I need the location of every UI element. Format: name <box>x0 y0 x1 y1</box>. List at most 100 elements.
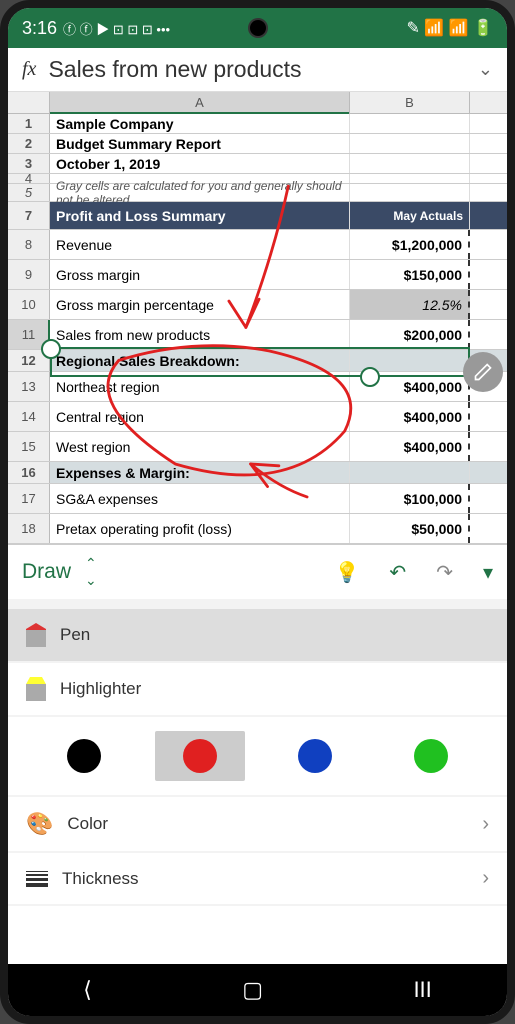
table-row: 14 Central region $400,000 <box>8 402 507 432</box>
table-row: 5 Gray cells are calculated for you and … <box>8 184 507 202</box>
cell[interactable]: West region <box>50 432 350 461</box>
android-navbar: ⟨ ▢ III <box>8 964 507 1016</box>
cell[interactable]: Sample Company <box>50 114 350 133</box>
column-headers: A B <box>8 92 507 114</box>
cell[interactable]: Revenue <box>50 230 350 259</box>
row-header[interactable]: 4 <box>8 174 50 183</box>
table-row: 17 SG&A expenses $100,000 <box>8 484 507 514</box>
color-swatch[interactable] <box>39 731 129 781</box>
row-header[interactable]: 2 <box>8 134 50 153</box>
cell[interactable]: May Actuals <box>350 202 470 229</box>
cell[interactable]: Gross margin <box>50 260 350 289</box>
recent-button[interactable]: III <box>413 977 431 1003</box>
row-header[interactable]: 10 <box>8 290 50 319</box>
selection-handle[interactable] <box>360 367 380 387</box>
select-all-corner[interactable] <box>8 92 50 113</box>
color-swatches <box>8 717 507 795</box>
table-row: 8 Revenue $1,200,000 <box>8 230 507 260</box>
formula-text[interactable]: Sales from new products <box>48 56 477 83</box>
status-bar: 3:16 ⓕ ⓕ ▶ ⊡ ⊡ ⊡ ••• ✎ 📶 📶 🔋 <box>8 8 507 48</box>
tool-pen[interactable]: Pen <box>8 609 507 661</box>
cell[interactable]: Gross margin percentage <box>50 290 350 319</box>
pen-icon <box>26 623 46 647</box>
table-row: 16 Expenses & Margin: <box>8 462 507 484</box>
cell[interactable]: $100,000 <box>350 484 470 513</box>
color-swatch[interactable] <box>155 731 245 781</box>
thickness-picker[interactable]: Thickness › <box>8 853 507 904</box>
hint-icon[interactable]: 💡 <box>335 560 360 585</box>
row-header[interactable]: 8 <box>8 230 50 259</box>
draw-panel: Pen Highlighter 🎨 Color › Thickness › <box>8 599 507 906</box>
cell[interactable] <box>350 134 470 153</box>
cell[interactable]: Profit and Loss Summary <box>50 202 350 229</box>
spreadsheet-grid[interactable]: A B 1 Sample Company 2 Budget Summary Re… <box>8 92 507 544</box>
cell[interactable]: $150,000 <box>350 260 470 289</box>
cell[interactable]: $1,200,000 <box>350 230 470 259</box>
row-header[interactable]: 18 <box>8 514 50 543</box>
cell[interactable]: Gray cells are calculated for you and ge… <box>50 184 350 201</box>
color-swatch[interactable] <box>386 731 476 781</box>
cell[interactable]: $50,000 <box>350 514 470 543</box>
palette-icon: 🎨 <box>26 811 53 837</box>
row-header[interactable]: 7 <box>8 202 50 229</box>
tool-highlighter[interactable]: Highlighter <box>8 663 507 715</box>
table-row: 13 Northeast region $400,000 <box>8 372 507 402</box>
row-header[interactable]: 13 <box>8 372 50 401</box>
more-icon[interactable]: ▾ <box>483 560 493 585</box>
cell[interactable] <box>350 154 470 173</box>
cell[interactable]: Regional Sales Breakdown: <box>50 350 350 371</box>
highlighter-label: Highlighter <box>60 679 141 699</box>
cell[interactable]: Northeast region <box>50 372 350 401</box>
chevron-right-icon: › <box>482 867 489 890</box>
highlighter-icon <box>26 677 46 701</box>
cell[interactable]: 12.5% <box>350 290 470 319</box>
phone-frame: 3:16 ⓕ ⓕ ▶ ⊡ ⊡ ⊡ ••• ✎ 📶 📶 🔋 fx Sales fr… <box>0 0 515 1024</box>
cell[interactable] <box>350 174 470 183</box>
edit-button[interactable] <box>463 352 503 392</box>
thickness-label: Thickness <box>62 869 139 889</box>
table-row: 1 Sample Company <box>8 114 507 134</box>
row-header[interactable]: 1 <box>8 114 50 133</box>
table-row: 9 Gross margin $150,000 <box>8 260 507 290</box>
row-header[interactable]: 5 <box>8 184 50 201</box>
cell[interactable]: October 1, 2019 <box>50 154 350 173</box>
pen-label: Pen <box>60 625 90 645</box>
selection-handle[interactable] <box>41 339 61 359</box>
row-header[interactable]: 9 <box>8 260 50 289</box>
formula-bar[interactable]: fx Sales from new products ⌄ <box>8 48 507 92</box>
cell[interactable]: Sales from new products <box>50 320 350 349</box>
color-picker[interactable]: 🎨 Color › <box>8 797 507 851</box>
ribbon-mode[interactable]: Draw <box>22 560 71 584</box>
row-header[interactable]: 16 <box>8 462 50 483</box>
cell[interactable]: $200,000 <box>350 320 470 349</box>
table-row: 11 Sales from new products $200,000 <box>8 320 507 350</box>
row-header[interactable]: 14 <box>8 402 50 431</box>
cell[interactable]: Pretax operating profit (loss) <box>50 514 350 543</box>
back-button[interactable]: ⟨ <box>83 977 92 1003</box>
cell[interactable]: Central region <box>50 402 350 431</box>
row-header[interactable]: 15 <box>8 432 50 461</box>
cell[interactable]: $400,000 <box>350 402 470 431</box>
cell[interactable]: Expenses & Margin: <box>50 462 350 483</box>
mode-switcher-icon[interactable]: ⌃⌄ <box>85 555 97 589</box>
color-swatch[interactable] <box>270 731 360 781</box>
row-header[interactable]: 17 <box>8 484 50 513</box>
thickness-icon <box>26 871 48 887</box>
table-row: 3 October 1, 2019 <box>8 154 507 174</box>
table-row: 2 Budget Summary Report <box>8 134 507 154</box>
col-header-a[interactable]: A <box>50 92 350 113</box>
redo-icon[interactable]: ↷ <box>436 560 453 585</box>
undo-icon[interactable]: ↶ <box>389 560 406 585</box>
cell[interactable]: Budget Summary Report <box>50 134 350 153</box>
cell[interactable] <box>350 114 470 133</box>
status-time: 3:16 <box>22 18 57 39</box>
cell[interactable]: $400,000 <box>350 432 470 461</box>
table-row: 7 Profit and Loss Summary May Actuals <box>8 202 507 230</box>
cell[interactable]: SG&A expenses <box>50 484 350 513</box>
table-row: 15 West region $400,000 <box>8 432 507 462</box>
col-header-b[interactable]: B <box>350 92 470 113</box>
cell[interactable] <box>350 462 470 483</box>
cell[interactable] <box>350 184 470 201</box>
expand-icon[interactable]: ⌄ <box>478 59 493 80</box>
home-button[interactable]: ▢ <box>242 977 263 1003</box>
